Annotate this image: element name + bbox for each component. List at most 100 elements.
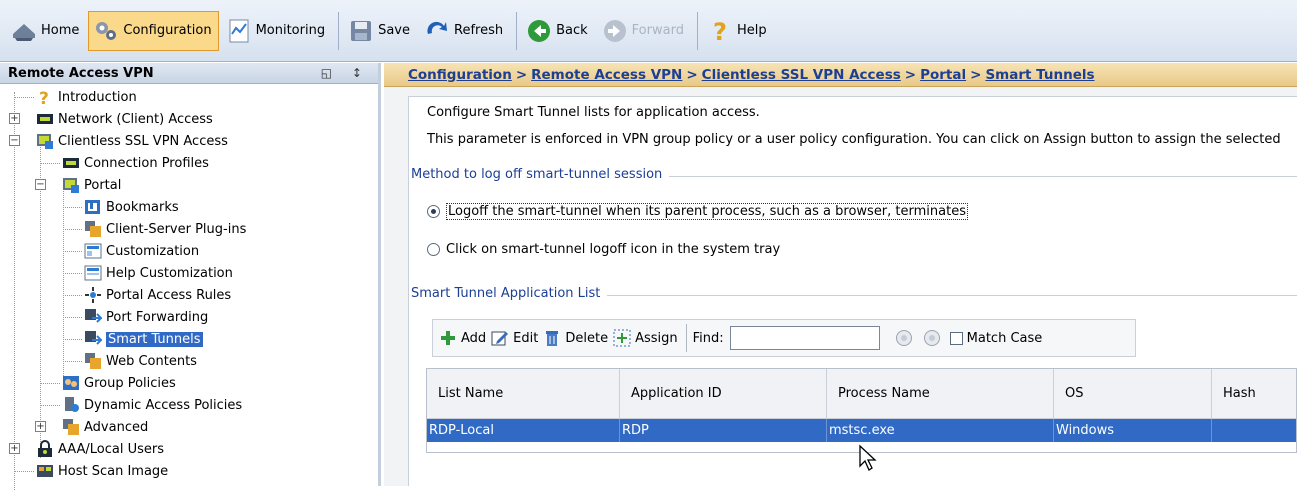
refresh-icon: [427, 21, 448, 34]
breadcrumb-configuration[interactable]: Configuration: [408, 67, 512, 83]
expand-plus-icon[interactable]: +: [9, 443, 20, 454]
assign-button[interactable]: Assign: [613, 329, 678, 347]
tree-item-client-server-plugins[interactable]: Client-Server Plug-ins: [0, 218, 378, 240]
save-icon: [351, 20, 372, 41]
column-header-list-name[interactable]: List Name: [427, 369, 620, 418]
aaa-users-icon: [38, 440, 52, 457]
tree-label: Group Policies: [84, 375, 176, 391]
monitoring-button[interactable]: Monitoring: [221, 11, 333, 51]
logoff-parent-process-option[interactable]: Logoff the smart-tunnel when its parent …: [427, 203, 968, 220]
tree-label: Network (Client) Access: [58, 111, 213, 127]
question-icon: ?: [39, 89, 49, 106]
tree-label: Port Forwarding: [106, 309, 209, 325]
table-cell: [1212, 419, 1296, 442]
breadcrumb-smart-tunnels[interactable]: Smart Tunnels: [985, 67, 1094, 83]
monitoring-icon: [229, 19, 249, 42]
gears-icon: [96, 21, 117, 40]
network-access-icon: [37, 114, 53, 124]
tree-item-dynamic-access-policies[interactable]: Dynamic Access Policies: [0, 394, 378, 416]
dynamic-access-icon: [65, 397, 79, 412]
help-button[interactable]: ? Help: [702, 11, 774, 51]
help-question-icon: ?: [713, 18, 727, 44]
assign-icon: [613, 329, 631, 347]
back-button[interactable]: Back: [521, 11, 595, 51]
configuration-button[interactable]: Configuration: [88, 10, 219, 51]
home-button[interactable]: Home: [6, 11, 86, 51]
find-label: Find:: [692, 330, 724, 346]
breadcrumb-separator: >: [904, 66, 917, 83]
toolbar-divider: [516, 11, 518, 50]
toolbar-divider: [696, 11, 698, 50]
advanced-icon: [63, 419, 79, 435]
connection-profile-icon: [63, 158, 79, 168]
breadcrumb-clientless[interactable]: Clientless SSL VPN Access: [702, 67, 901, 83]
collapse-minus-icon[interactable]: −: [9, 135, 20, 146]
tree-item-help-customization[interactable]: Help Customization: [0, 262, 378, 284]
tree-item-customization[interactable]: Customization: [0, 240, 378, 262]
breadcrumb-portal[interactable]: Portal: [920, 67, 966, 83]
find-input[interactable]: [729, 326, 880, 350]
tree-item-introduction[interactable]: ? Introduction: [0, 86, 378, 108]
delete-label: Delete: [565, 330, 609, 346]
list-toolbar: Add Edit Delete Assign Find: Match Case: [432, 319, 1136, 357]
tree-item-clientless-ssl-vpn-access[interactable]: − Clientless SSL VPN Access: [0, 130, 378, 152]
logoff-system-tray-option[interactable]: Click on smart-tunnel logoff icon in the…: [427, 242, 780, 257]
tree-label: Client-Server Plug-ins: [106, 221, 247, 237]
help-label: Help: [736, 23, 767, 38]
toolbar-divider: [338, 11, 340, 50]
refresh-button[interactable]: Refresh: [419, 11, 510, 51]
tree-item-portal[interactable]: − Portal: [0, 174, 378, 196]
tree-item-network-client-access[interactable]: + Network (Client) Access: [0, 108, 378, 130]
section-divider: [669, 176, 1297, 177]
logoff-method-title: Method to log off smart-tunnel session: [411, 167, 663, 182]
mouse-pointer-icon: [859, 444, 877, 471]
tree-item-bookmarks[interactable]: Bookmarks: [0, 196, 378, 218]
tree-item-host-scan-image[interactable]: Host Scan Image: [0, 460, 378, 482]
delete-button[interactable]: Delete: [543, 329, 608, 347]
column-header-application-id[interactable]: Application ID: [620, 369, 827, 418]
description-text: This parameter is enforced in VPN group …: [427, 132, 1281, 147]
tree-item-advanced[interactable]: + Advanced: [0, 416, 378, 438]
radio-selected-icon[interactable]: [427, 205, 440, 218]
main-panel: Configuration > Remote Access VPN > Clie…: [384, 63, 1297, 486]
tree-item-web-contents[interactable]: Web Contents: [0, 350, 378, 372]
tree-item-aaa-local-users[interactable]: + AAA/Local Users: [0, 438, 378, 460]
add-plus-icon: [441, 331, 455, 345]
column-header-process-name[interactable]: Process Name: [827, 369, 1054, 418]
expand-plus-icon[interactable]: +: [35, 421, 46, 432]
table-cell: Windows: [1054, 419, 1212, 442]
intro-text: Configure Smart Tunnel lists for applica…: [427, 105, 760, 120]
save-label: Save: [378, 23, 411, 38]
navigation-tree: ? Introduction + Network (Client) Access…: [0, 84, 378, 490]
expand-plus-icon[interactable]: +: [9, 113, 20, 124]
customization-icon: [84, 243, 102, 259]
find-next-icon[interactable]: [923, 330, 940, 346]
assign-label: Assign: [635, 330, 678, 346]
tree-item-portal-access-rules[interactable]: Portal Access Rules: [0, 284, 378, 306]
match-case-checkbox[interactable]: [949, 331, 963, 345]
tree-item-group-policies[interactable]: Group Policies: [0, 372, 378, 394]
table-row[interactable]: RDP-Local RDP mstsc.exe Windows: [427, 419, 1296, 442]
tree-item-connection-profiles[interactable]: Connection Profiles: [0, 152, 378, 174]
tree-label: Help Customization: [106, 265, 233, 281]
find-previous-icon[interactable]: [895, 330, 912, 346]
radio-unselected-icon[interactable]: [427, 243, 440, 256]
tree-item-smart-tunnels[interactable]: Smart Tunnels: [0, 328, 378, 350]
portal-icon: [63, 178, 79, 193]
collapse-minus-icon[interactable]: −: [35, 179, 46, 190]
forward-button[interactable]: Forward: [597, 11, 691, 51]
toolbar-divider: [685, 324, 687, 352]
save-button[interactable]: Save: [343, 11, 417, 51]
column-header-hash[interactable]: Hash: [1212, 369, 1296, 418]
svg-text:?: ?: [713, 18, 727, 44]
back-arrow-icon: [528, 19, 551, 42]
edit-button[interactable]: Edit: [491, 329, 538, 347]
tree-item-port-forwarding[interactable]: Port Forwarding: [0, 306, 378, 328]
breadcrumb-remote-access-vpn[interactable]: Remote Access VPN: [531, 67, 682, 83]
clientless-vpn-icon: [37, 134, 53, 149]
add-button[interactable]: Add: [439, 329, 486, 347]
column-header-os[interactable]: OS: [1054, 369, 1212, 418]
panel-pin-controls[interactable]: ◱ ↕: [321, 66, 370, 80]
group-policies-icon: [63, 376, 79, 390]
navigation-panel: Remote Access VPN ◱ ↕ ? Introduction + N…: [0, 63, 381, 490]
